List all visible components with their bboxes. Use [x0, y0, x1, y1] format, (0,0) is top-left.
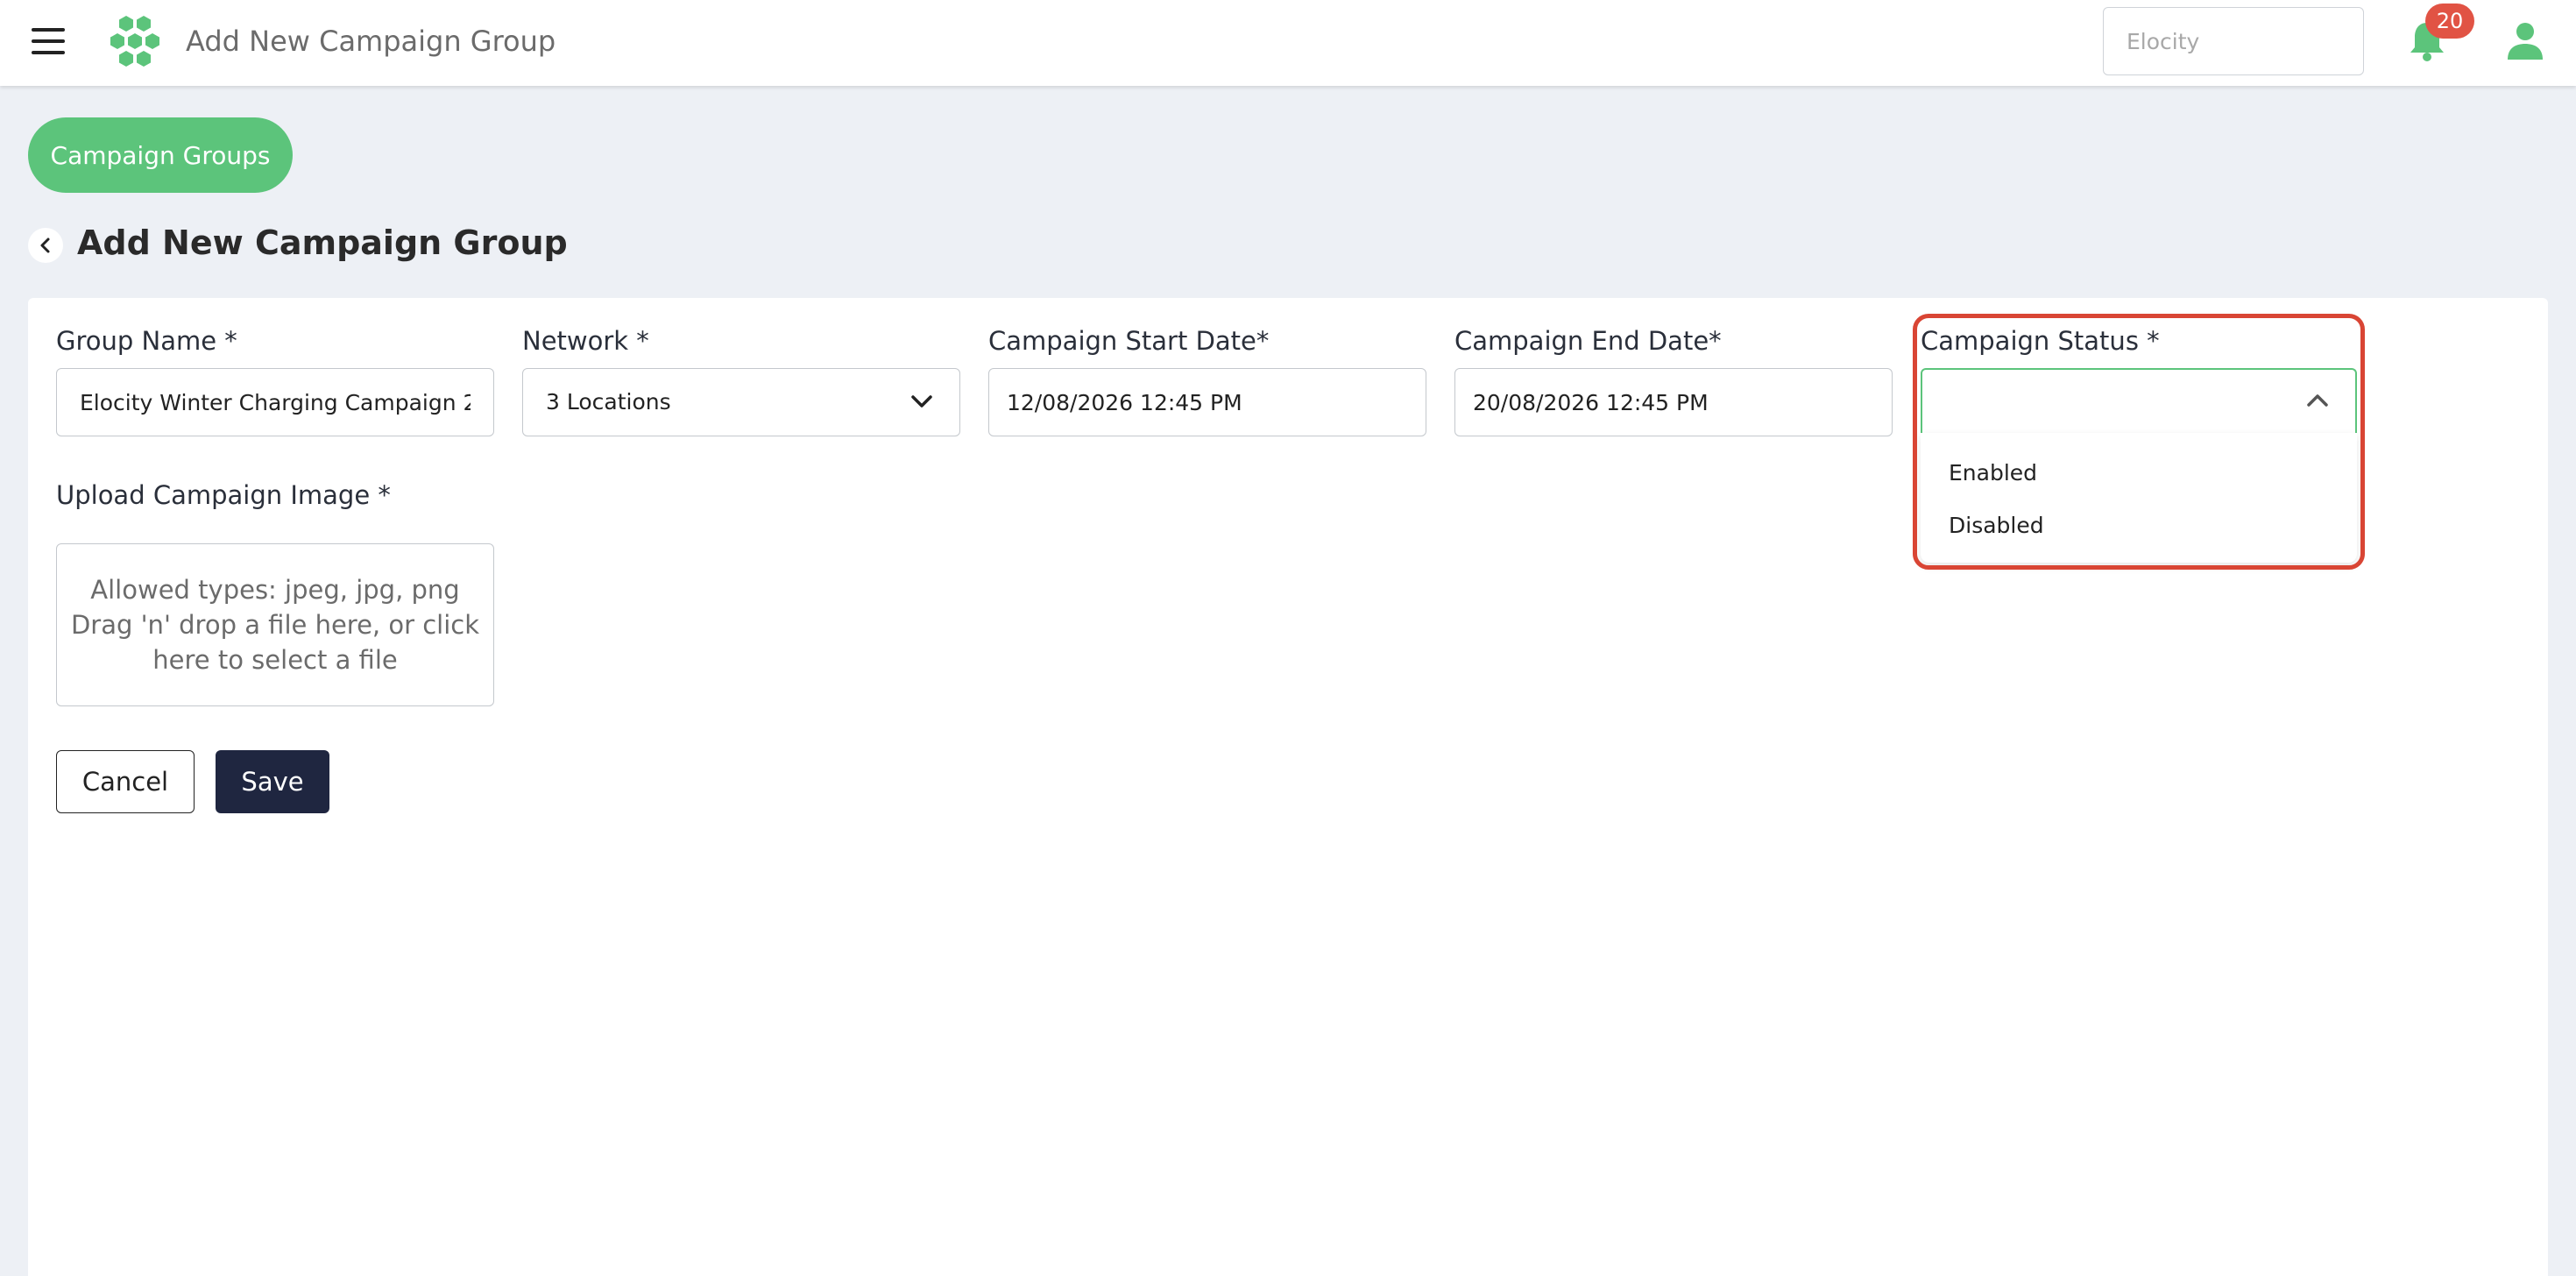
- network-label: Network *: [522, 326, 649, 356]
- group-name-input[interactable]: [56, 368, 494, 436]
- menu-icon[interactable]: [32, 28, 67, 56]
- campaign-groups-breadcrumb-button[interactable]: Campaign Groups: [28, 117, 293, 193]
- hexagon-logo-icon: [110, 16, 159, 67]
- upload-image-label: Upload Campaign Image *: [56, 480, 391, 510]
- group-name-label: Group Name *: [56, 326, 237, 356]
- campaign-status-label: Campaign Status *: [1921, 326, 2160, 356]
- start-date-input[interactable]: [988, 368, 1426, 436]
- chevron-down-icon: [911, 395, 932, 408]
- save-button[interactable]: Save: [216, 750, 329, 813]
- organization-input[interactable]: [2103, 7, 2364, 75]
- user-icon[interactable]: [2506, 21, 2544, 61]
- dropzone-allowed-types: Allowed types: jpeg, jpg, png: [90, 575, 460, 605]
- cancel-button[interactable]: Cancel: [56, 750, 195, 813]
- app-title: Add New Campaign Group: [186, 25, 556, 58]
- dropzone-instructions-2: here to select a file: [152, 645, 398, 675]
- end-date-label: Campaign End Date*: [1454, 326, 1722, 356]
- chevron-up-icon: [2307, 394, 2328, 407]
- chevron-left-icon: [40, 237, 50, 253]
- image-dropzone[interactable]: Allowed types: jpeg, jpg, png Drag 'n' d…: [56, 543, 494, 706]
- notification-badge: 20: [2425, 4, 2474, 39]
- dropzone-instructions-1: Drag 'n' drop a file here, or click: [70, 610, 480, 640]
- campaign-status-select[interactable]: [1921, 368, 2357, 436]
- network-select[interactable]: 3 Locations: [522, 368, 960, 436]
- page-title: Add New Campaign Group: [77, 223, 568, 262]
- top-bar: Add New Campaign Group 20: [0, 0, 2576, 86]
- end-date-input[interactable]: [1454, 368, 1893, 436]
- campaign-status-menu: Enabled Disabled: [1921, 433, 2357, 563]
- status-option-enabled[interactable]: Enabled: [1921, 449, 2357, 498]
- start-date-label: Campaign Start Date*: [988, 326, 1270, 356]
- status-option-disabled[interactable]: Disabled: [1921, 501, 2357, 550]
- network-select-value: 3 Locations: [546, 389, 671, 415]
- back-button[interactable]: [28, 228, 63, 263]
